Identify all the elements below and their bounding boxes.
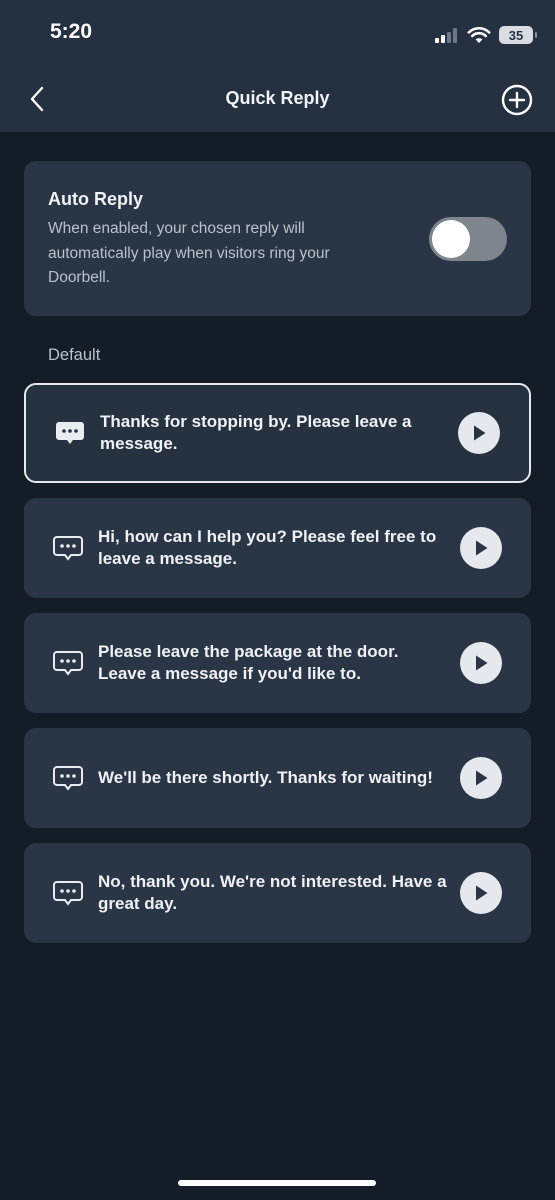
play-button[interactable]: [460, 642, 502, 684]
page-title: Quick Reply: [225, 88, 330, 108]
status-icons: 35: [435, 24, 537, 46]
play-icon: [476, 770, 488, 786]
auto-reply-card: Auto Reply When enabled, your chosen rep…: [24, 161, 531, 316]
reply-text: Thanks for stopping by. Please leave a m…: [100, 412, 412, 453]
reply-text: We'll be there shortly. Thanks for waiti…: [98, 768, 433, 787]
reply-card[interactable]: Please leave the package at the door. Le…: [24, 613, 531, 713]
play-button[interactable]: [460, 872, 502, 914]
auto-reply-description: When enabled, your chosen reply will aut…: [48, 220, 330, 286]
reply-card[interactable]: Hi, how can I help you? Please feel free…: [24, 498, 531, 598]
home-indicator[interactable]: [178, 1180, 376, 1186]
play-icon: [474, 425, 486, 441]
message-bubble-outline-icon: [53, 536, 83, 561]
section-label-default: Default: [48, 346, 101, 364]
reply-text: Hi, how can I help you? Please feel free…: [98, 527, 437, 568]
toggle-knob: [432, 220, 470, 258]
reply-text: No, thank you. We're not interested. Hav…: [98, 872, 447, 913]
reply-card[interactable]: No, thank you. We're not interested. Hav…: [24, 843, 531, 943]
reply-text: Please leave the package at the door. Le…: [98, 642, 399, 683]
status-time: 5:20: [50, 20, 93, 43]
message-bubble-outline-icon: [53, 766, 83, 791]
wifi-icon: [467, 26, 491, 43]
play-icon: [476, 540, 488, 556]
battery-indicator: 35: [499, 26, 537, 44]
play-icon: [476, 885, 488, 901]
auto-reply-title: Auto Reply: [48, 189, 144, 209]
cellular-signal-icon: [435, 28, 457, 43]
auto-reply-toggle[interactable]: [429, 217, 507, 261]
reply-card[interactable]: Thanks for stopping by. Please leave a m…: [24, 383, 531, 483]
play-button[interactable]: [458, 412, 500, 454]
play-button[interactable]: [460, 757, 502, 799]
add-reply-button[interactable]: [501, 84, 533, 116]
plus-circle-icon: [501, 84, 533, 116]
message-bubble-outline-icon: [53, 881, 83, 906]
message-bubble-outline-icon: [53, 651, 83, 676]
message-bubble-icon: [56, 422, 84, 444]
play-icon: [476, 655, 488, 671]
top-bar: 5:20 35 Quick Reply: [0, 0, 555, 132]
reply-card[interactable]: We'll be there shortly. Thanks for waiti…: [24, 728, 531, 828]
play-button[interactable]: [460, 527, 502, 569]
